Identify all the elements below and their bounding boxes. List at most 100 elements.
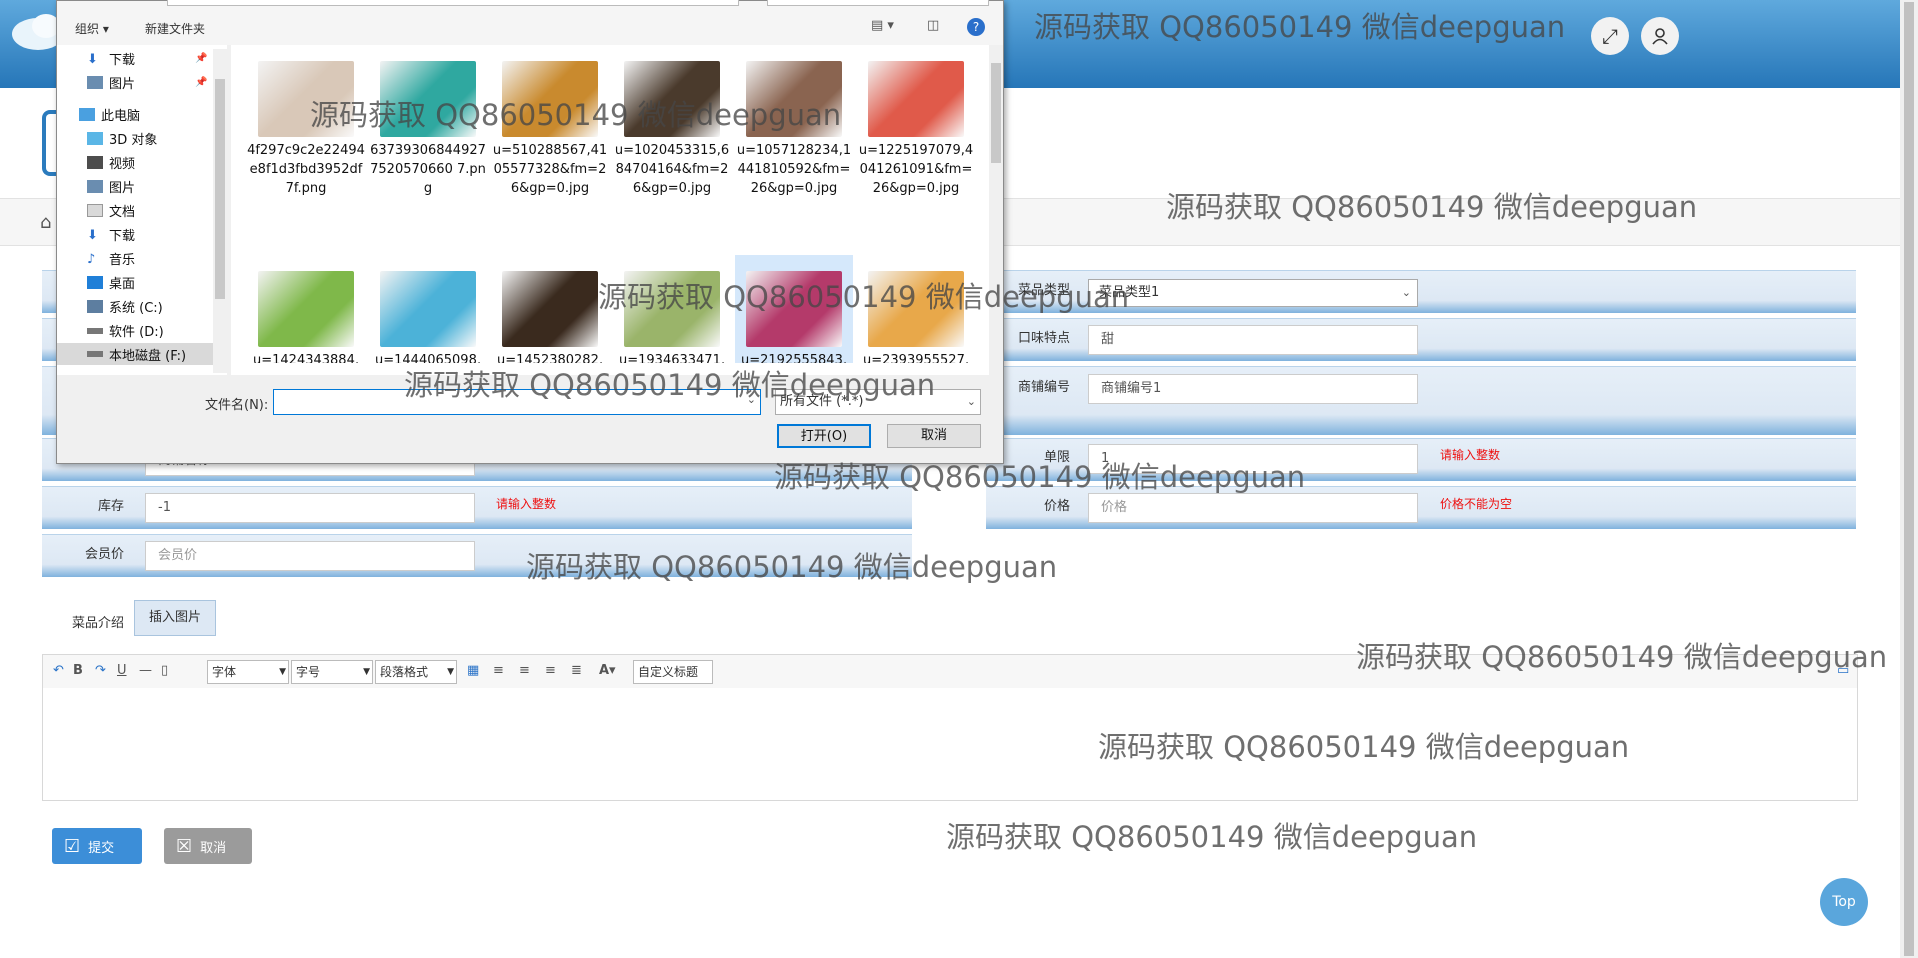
font-family-select[interactable]: 字体 ▼	[207, 660, 289, 684]
cancel-button[interactable]: ☒ 取消	[164, 828, 252, 864]
file-item[interactable]: u=2393955527,	[857, 255, 975, 363]
filename-input[interactable]: ⌄	[273, 389, 761, 415]
font-color-icon[interactable]: A▾	[599, 663, 616, 678]
undo-icon[interactable]: ↶	[53, 663, 64, 678]
font-size-select[interactable]: 字号 ▼	[291, 660, 373, 684]
dialog-command-bar: 组织 ▾ 新建文件夹 ▤ ▾ ◫ ?	[57, 0, 1003, 45]
file-name: u=1452380282,	[497, 353, 603, 363]
open-button[interactable]: 打开(O)	[777, 424, 871, 448]
file-name: u=1934633471,	[619, 353, 725, 363]
horizontal-rule-icon[interactable]: —	[139, 663, 152, 678]
limit-error: 请输入整数	[1440, 448, 1501, 462]
redo-icon[interactable]: ↷	[95, 663, 106, 678]
file-name: u=510288567,4105577328&fm=26&gp=0.jpg	[492, 143, 608, 196]
nav-label: 本地磁盘 (F:)	[109, 348, 187, 364]
file-scrollbar[interactable]	[989, 45, 1003, 375]
align-center-icon[interactable]: ≡	[545, 663, 556, 678]
stock-error: 请输入整数	[496, 497, 557, 511]
file-item[interactable]: u=1424343884,	[247, 255, 365, 363]
file-thumbnail	[258, 61, 354, 137]
category-select[interactable]: 菜品类型1 ⌄	[1088, 279, 1418, 307]
dialog-cancel-button[interactable]: 取消	[887, 424, 981, 448]
search-box[interactable]	[767, 0, 989, 6]
nav-scrollbar[interactable]	[213, 49, 227, 373]
nav-item-downloads-quick[interactable]: ⬇ 下载 📌	[87, 49, 207, 68]
shop-no-input[interactable]: 商铺编号1	[1088, 374, 1418, 404]
view-options-icon[interactable]: ▤ ▾	[871, 18, 894, 33]
help-icon[interactable]: ?	[967, 18, 985, 36]
file-item[interactable]: 4f297c9c2e22494e8f1d3fbd3952df7f.png	[247, 45, 365, 198]
file-item[interactable]: u=2192555843,	[735, 255, 853, 363]
nav-item-pictures-quick[interactable]: 图片 📌	[87, 73, 207, 92]
paragraph-select[interactable]: 段落格式 ▼	[375, 660, 457, 684]
windows-drive-icon	[87, 300, 103, 313]
blank-page-icon[interactable]: ▯	[161, 663, 168, 678]
price-input[interactable]: 价格	[1088, 493, 1418, 523]
file-item[interactable]: u=1444065098,	[369, 255, 487, 363]
nav-label: 系统 (C:)	[109, 301, 163, 316]
page-scroll-thumb[interactable]	[1904, 2, 1914, 956]
file-thumbnail	[746, 271, 842, 347]
organize-menu[interactable]: 组织 ▾	[75, 20, 109, 37]
nav-item-3d-objects[interactable]: 3D 对象	[87, 129, 157, 148]
file-name: 4f297c9c2e22494e8f1d3fbd3952df7f.png	[247, 143, 365, 196]
nav-item-drive-c[interactable]: 系统 (C:)	[87, 297, 163, 316]
fullscreen-button[interactable]: ⤢	[1591, 17, 1629, 55]
align-right-icon[interactable]: ≡	[519, 663, 530, 678]
taste-input[interactable]: 甜	[1088, 325, 1418, 355]
cancel-label: 取消	[200, 840, 227, 856]
nav-item-drive-d[interactable]: 软件 (D:)	[87, 321, 164, 340]
nav-item-this-pc[interactable]: 此电脑	[79, 105, 140, 124]
member-price-input[interactable]: 会员价	[145, 541, 475, 571]
nav-item-videos[interactable]: 视频	[87, 153, 135, 172]
download-arrow-icon: ⬇	[87, 52, 98, 67]
file-item[interactable]: u=1020453315,684704164&fm=26&gp=0.jpg	[613, 45, 731, 198]
category-label: 菜品类型	[1017, 283, 1070, 298]
rich-text-editor[interactable]	[42, 688, 1858, 801]
picture-folder-icon	[87, 76, 103, 89]
file-item[interactable]: u=1225197079,4041261091&fm=26&gp=0.jpg	[857, 45, 975, 198]
custom-title-select[interactable]: 自定义标题	[633, 660, 713, 684]
fullscreen-editor-icon[interactable]: ▭	[1837, 663, 1849, 678]
nav-item-downloads[interactable]: ⬇ 下载	[87, 225, 135, 244]
font-family-value: 字体	[212, 665, 237, 679]
preview-pane-icon[interactable]: ◫	[927, 18, 939, 33]
file-item[interactable]: u=1934633471,	[613, 255, 731, 363]
file-thumbnail	[502, 271, 598, 347]
align-justify-icon[interactable]: ≣	[571, 663, 582, 678]
submit-button[interactable]: ☑ 提交	[52, 828, 142, 864]
file-item[interactable]: u=510288567,4105577328&fm=26&gp=0.jpg	[491, 45, 609, 198]
file-item[interactable]: u=1452380282,	[491, 255, 609, 363]
stock-input[interactable]: -1	[145, 493, 475, 523]
insert-image-button[interactable]: 插入图片	[134, 600, 216, 636]
nav-scroll-thumb[interactable]	[215, 79, 225, 299]
limit-input[interactable]: 1	[1088, 444, 1418, 474]
nav-item-desktop[interactable]: 桌面	[87, 273, 135, 292]
address-bar[interactable]	[167, 0, 739, 6]
font-size-value: 字号	[296, 665, 321, 679]
video-folder-icon	[87, 156, 103, 169]
nav-item-drive-f[interactable]: 本地磁盘 (F:)	[57, 343, 213, 365]
back-to-top-button[interactable]: Top	[1820, 878, 1868, 926]
new-folder-button[interactable]: 新建文件夹	[145, 20, 205, 37]
editor-toolbar: ↶ B ↷ U — ▯ 字体 ▼ 字号 ▼ 段落格式 ▼ ▦ ≡ ≡ ≡ ≣ A▾ 自…	[42, 654, 1858, 690]
filetype-select[interactable]: 所有文件 (*.*) ⌄	[775, 389, 981, 415]
file-name: u=2192555843,	[741, 353, 847, 363]
file-item[interactable]: 637393068449277520570660 7.png	[369, 45, 487, 198]
pin-icon: 📌	[195, 77, 208, 88]
file-scroll-thumb[interactable]	[991, 63, 1001, 163]
nav-item-music[interactable]: ♪ 音乐	[87, 249, 135, 268]
bold-icon[interactable]: B	[73, 663, 83, 678]
file-thumbnail	[502, 61, 598, 137]
file-thumbnail	[746, 61, 842, 137]
home-icon[interactable]: ⌂	[40, 212, 51, 233]
nav-item-documents[interactable]: 文档	[87, 201, 135, 220]
file-item[interactable]: u=1057128234,1441810592&fm=26&gp=0.jpg	[735, 45, 853, 198]
nav-item-pictures[interactable]: 图片	[87, 177, 135, 196]
table-icon[interactable]: ▦	[467, 663, 479, 678]
align-left-icon[interactable]: ≡	[493, 663, 504, 678]
computer-icon	[79, 108, 95, 121]
paragraph-value: 段落格式	[380, 665, 429, 679]
user-button[interactable]	[1641, 17, 1679, 55]
underline-icon[interactable]: U	[117, 663, 127, 678]
